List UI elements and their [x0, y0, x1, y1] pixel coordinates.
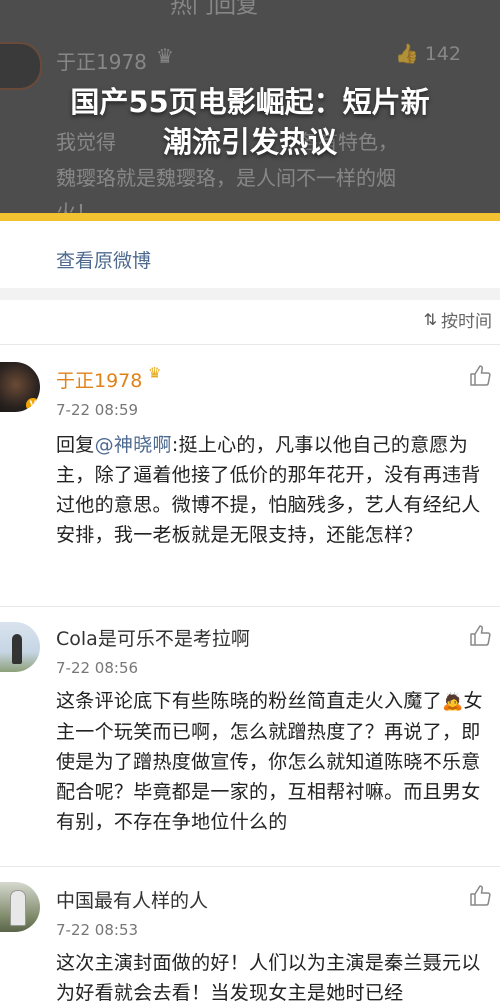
prev-section-title: 热门回复 — [170, 0, 259, 19]
prev-user-name: 于正1978 — [56, 50, 147, 74]
reply-prefix: 回复 — [56, 434, 95, 456]
thumb-up-icon[interactable] — [468, 884, 492, 908]
verified-badge-icon: V — [26, 398, 40, 412]
comment-user-name[interactable]: Cola是可乐不是考拉啊 — [56, 624, 250, 651]
prev-text-line2: 魏璎珞就是魏璎珞，是人间不一样的烟 — [56, 166, 396, 190]
bow-emoji-icon: 🙇 — [442, 692, 464, 712]
mention-link[interactable]: @神晓啊 — [95, 434, 172, 456]
divider — [0, 606, 500, 607]
comment-body-part1: 这条评论底下有些陈晓的粉丝简直走火入魔了 — [56, 690, 443, 712]
crown-icon: ♛ — [156, 44, 174, 68]
divider — [0, 344, 500, 345]
avatar[interactable]: V — [0, 362, 40, 412]
divider — [0, 866, 500, 867]
avatar-figure — [10, 890, 26, 926]
view-original-link[interactable]: 查看原微博 — [56, 246, 151, 273]
comment-time: 7-22 08:56 — [56, 659, 139, 677]
prev-text-line3: 火！ — [56, 200, 96, 213]
comment-text: 回复@神晓啊:挺上心的，凡事以他自己的意愿为主，除了逼着他接了低价的那年花开，没… — [56, 430, 498, 550]
section-divider — [0, 288, 500, 300]
comment-user-name[interactable]: 于正1978 — [56, 366, 142, 393]
sort-by-time-button[interactable]: ⇅ 按时间 — [424, 307, 492, 332]
accent-bar — [0, 213, 500, 221]
sort-icon: ⇅ — [423, 310, 437, 329]
comment-user-name[interactable]: 中国最有人样的人 — [56, 886, 208, 913]
prev-like-count: 👍 142 — [395, 43, 461, 65]
avatar[interactable] — [0, 622, 40, 672]
headline-line2: 潮流引发热议 — [162, 125, 337, 159]
avatar-figure — [12, 634, 22, 664]
avatar[interactable] — [0, 882, 40, 932]
comment-time: 7-22 08:53 — [56, 921, 139, 939]
headline-title: 国产55页电影崛起：短片新 潮流引发热议 — [0, 82, 500, 162]
sort-label: 按时间 — [441, 312, 492, 332]
thumb-up-icon[interactable] — [468, 364, 492, 388]
headline-banner: 热门回复 于正1978 ♛ 👍 142 我觉得 各有特色， 魏璎珞就是魏璎珞，是… — [0, 0, 500, 213]
thumb-up-icon: 👍 — [395, 43, 419, 65]
thumb-up-icon[interactable] — [468, 624, 492, 648]
comment-text: 这次主演封面做的好！人们以为主演是秦兰聂元以为好看就会去看！当发现女主是她时已经 — [56, 952, 481, 1004]
crown-icon: ♛ — [148, 364, 162, 382]
comment-time: 7-22 08:59 — [56, 401, 139, 419]
headline-line1: 国产55页电影崛起：短片新 — [70, 85, 430, 119]
comment-text: 这条评论底下有些陈晓的粉丝简直走火入魔了🙇女主一个玩笑而已啊，怎么就蹭热度了？再… — [56, 686, 498, 837]
